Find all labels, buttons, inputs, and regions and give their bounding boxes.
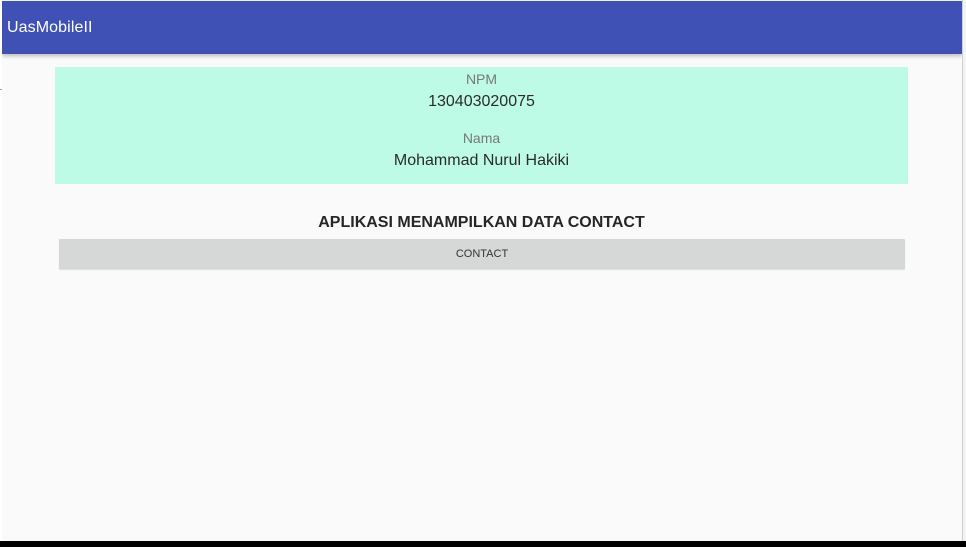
app-title: UasMobileII (7, 19, 93, 36)
nama-label: Nama (462, 130, 501, 146)
npm-label: NPM (465, 71, 498, 87)
nama-value: Mohammad Nurul Hakiki (393, 152, 570, 169)
left-edge-divider (0, 89, 2, 90)
student-info-card: NPM 130403020075 Nama Mohammad Nurul Hak… (55, 67, 908, 184)
window-right-edge (962, 0, 966, 541)
app-bar: UasMobileII (2, 1, 962, 54)
npm-value: 130403020075 (428, 93, 535, 110)
app-window: UasMobileII NPM 130403020075 Nama Mohamm… (2, 0, 962, 547)
emulator-screen: UasMobileII NPM 130403020075 Nama Mohamm… (0, 0, 966, 547)
bottom-system-bar (0, 541, 966, 547)
contact-button[interactable]: CONTACT (59, 239, 905, 269)
page-heading: APLIKASI MENAMPILKAN DATA CONTACT (318, 214, 645, 231)
